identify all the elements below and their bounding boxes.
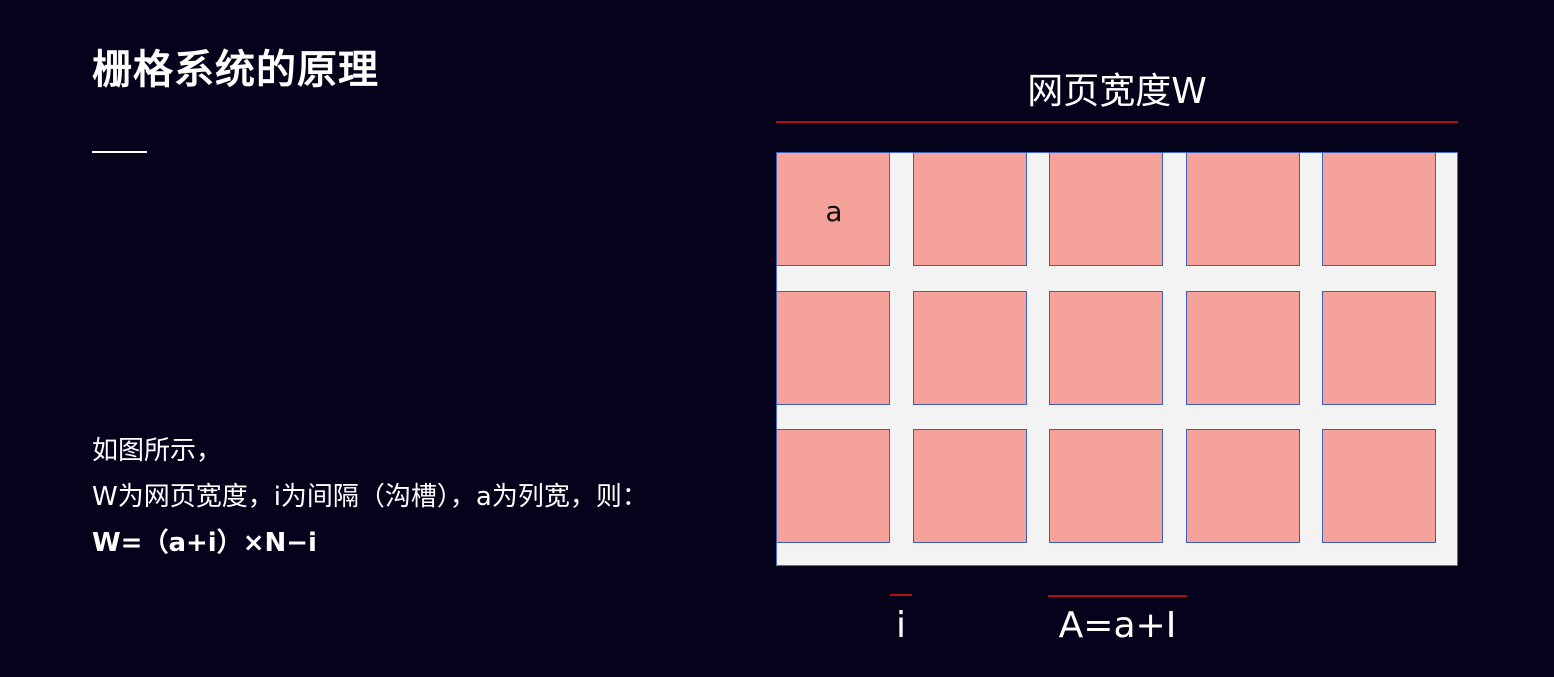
column-width-label: a <box>825 195 843 228</box>
column-unit-measure-line <box>1048 595 1187 597</box>
grid-column-cell <box>1049 429 1163 543</box>
grid-column-cell <box>1185 429 1300 543</box>
grid-formula: W=（a+i）×N−i <box>92 528 317 558</box>
page-width-measure-line <box>776 121 1458 123</box>
gutter-label: i <box>895 605 906 646</box>
description-block: 如图所示， W为网页宽度，i为间隔（沟槽），a为列宽，则： W=（a+i）×N−… <box>92 428 732 566</box>
column-unit-label: A=a+I <box>1058 605 1177 646</box>
grid-diagram-frame: a <box>776 152 1458 566</box>
grid-column-cell <box>1049 290 1163 405</box>
grid-column-cell <box>776 290 890 405</box>
slide-title: 栅格系统的原理 <box>92 47 379 93</box>
page-width-label: 网页宽度W <box>1027 71 1207 112</box>
description-intro: 如图所示， <box>92 436 223 466</box>
gutter-measure-line <box>890 594 912 596</box>
grid-column-cell <box>912 290 1027 405</box>
grid-column-cell <box>912 152 1027 266</box>
grid-column-cell <box>776 429 890 543</box>
grid-column-cell: a <box>776 152 890 266</box>
grid-column-cell <box>912 429 1027 543</box>
title-underline <box>92 151 147 153</box>
grid-column-cell <box>1049 152 1163 266</box>
grid-column-cell <box>1185 152 1300 266</box>
grid-column-cell <box>1185 290 1300 405</box>
grid-column-cell <box>1322 429 1436 543</box>
grid-column-cell <box>1322 290 1436 405</box>
grid-column-cell <box>1322 152 1436 266</box>
description-definitions: W为网页宽度，i为间隔（沟槽），a为列宽，则： <box>92 482 648 512</box>
